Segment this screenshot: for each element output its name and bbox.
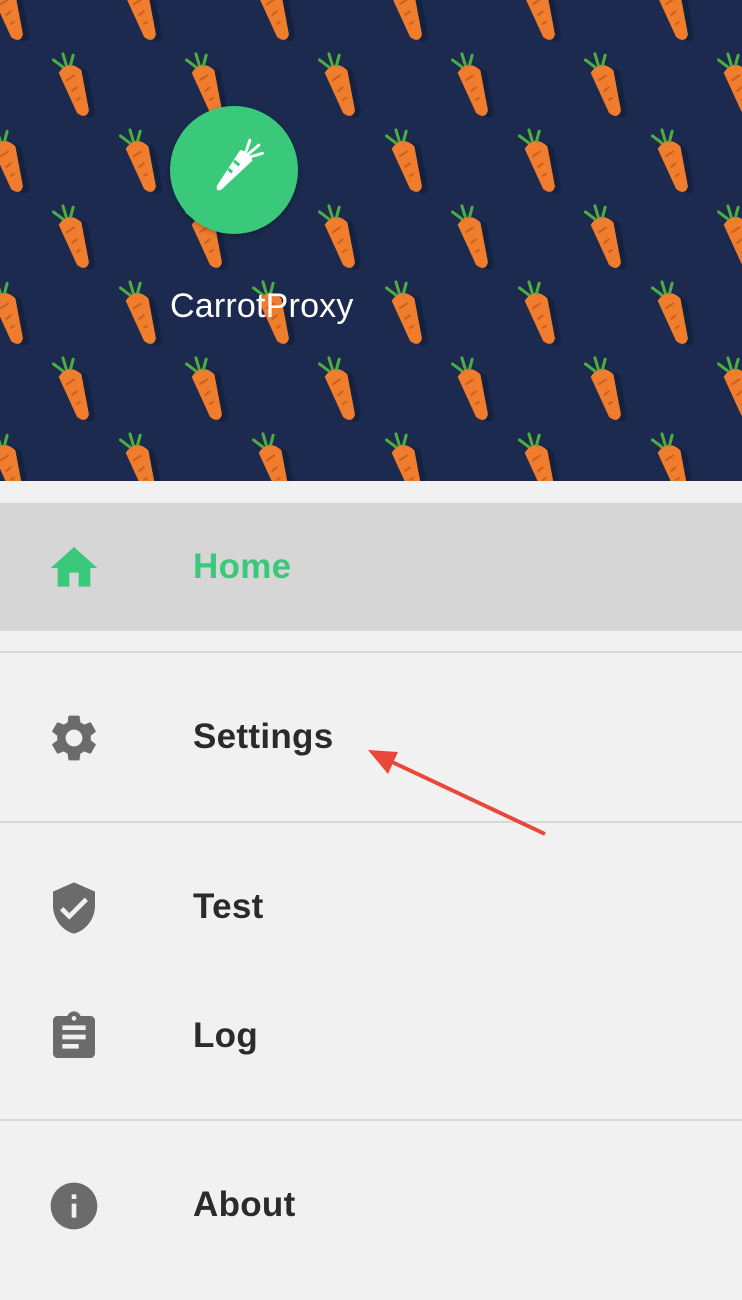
carrot-pattern-item xyxy=(650,426,705,481)
nav-item-label: Test xyxy=(193,887,264,926)
carrot-pattern-item xyxy=(0,0,40,49)
carrot-pattern-item xyxy=(384,122,439,201)
app-logo xyxy=(170,106,298,234)
nav-item-settings[interactable]: Settings xyxy=(0,673,742,801)
carrot-pattern-item xyxy=(450,198,505,277)
carrot-pattern-item xyxy=(650,274,705,353)
nav-item-label: Settings xyxy=(193,717,334,756)
carrot-pattern-item xyxy=(118,122,173,201)
carrot-pattern-item xyxy=(716,46,742,125)
shield-check-icon xyxy=(46,880,102,936)
nav-item-label: About xyxy=(193,1185,296,1224)
carrot-pattern-item xyxy=(650,0,705,49)
carrot-pattern-item xyxy=(517,122,572,201)
carrot-pattern-item xyxy=(0,122,40,201)
carrot-icon xyxy=(216,138,264,191)
carrot-pattern-item xyxy=(716,350,742,429)
clipboard-icon xyxy=(46,1009,102,1065)
divider xyxy=(0,1119,742,1121)
divider xyxy=(0,821,742,823)
carrot-pattern-item xyxy=(0,426,40,481)
carrot-pattern-item xyxy=(317,350,372,429)
carrot-pattern-item xyxy=(517,0,572,49)
nav-item-home[interactable]: Home xyxy=(0,503,742,631)
carrot-pattern-item xyxy=(517,274,572,353)
carrot-pattern-item xyxy=(384,426,439,481)
carrot-pattern-item xyxy=(51,198,106,277)
carrot-pattern-item xyxy=(583,46,638,125)
divider xyxy=(0,651,742,653)
carrot-pattern-item xyxy=(384,274,439,353)
nav-item-log[interactable]: Log xyxy=(0,972,742,1100)
carrot-pattern-item xyxy=(251,426,306,481)
carrot-pattern-item xyxy=(251,0,306,49)
carrot-pattern-item xyxy=(450,46,505,125)
gear-icon xyxy=(46,710,102,766)
carrot-pattern-item xyxy=(51,46,106,125)
carrot-pattern-item xyxy=(184,350,239,429)
carrot-pattern-item xyxy=(51,350,106,429)
nav-item-label: Home xyxy=(193,547,292,586)
carrot-pattern-item xyxy=(716,198,742,277)
carrot-pattern-item xyxy=(0,274,40,353)
nav-item-test[interactable]: Test xyxy=(0,843,742,971)
carrot-pattern-item xyxy=(317,198,372,277)
carrot-pattern-item xyxy=(118,0,173,49)
carrot-pattern-item xyxy=(517,426,572,481)
nav-item-label: Log xyxy=(193,1016,259,1055)
drawer-header: CarrotProxy xyxy=(0,0,742,481)
carrot-pattern-item xyxy=(384,0,439,49)
carrot-pattern-background xyxy=(0,0,742,481)
navigation-menu: Home Settings Test Log About xyxy=(0,481,742,1300)
info-icon xyxy=(46,1178,102,1234)
carrot-pattern-item xyxy=(450,350,505,429)
home-icon xyxy=(46,540,102,596)
carrot-pattern-item xyxy=(118,274,173,353)
carrot-pattern-item xyxy=(583,198,638,277)
carrot-pattern-item xyxy=(317,46,372,125)
carrot-pattern-item xyxy=(583,350,638,429)
carrot-pattern-item xyxy=(118,426,173,481)
carrot-pattern-item xyxy=(650,122,705,201)
nav-item-about[interactable]: About xyxy=(0,1141,742,1269)
app-name: CarrotProxy xyxy=(170,287,354,325)
